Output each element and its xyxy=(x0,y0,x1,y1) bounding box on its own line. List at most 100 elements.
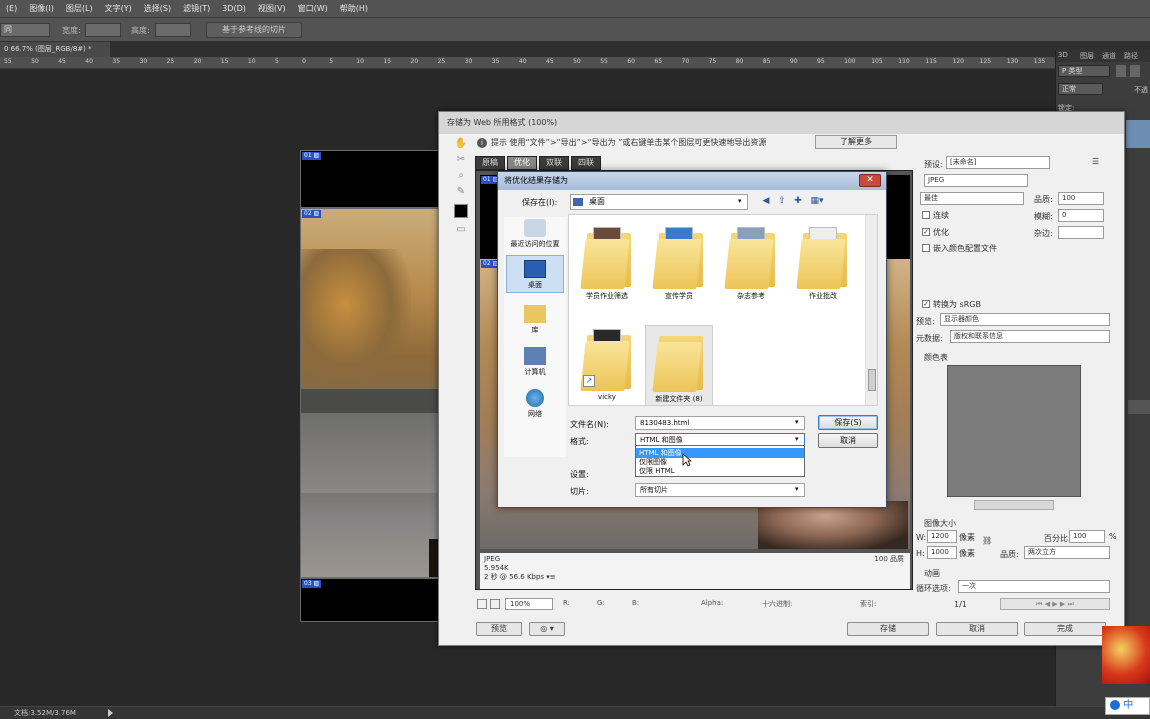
menu-item[interactable]: (E) xyxy=(0,4,23,13)
filter-adjust-icon[interactable] xyxy=(1130,65,1140,77)
panel-tab[interactable]: 路径 xyxy=(1124,51,1138,61)
embed-profile-checkbox[interactable] xyxy=(922,244,930,252)
menu-item[interactable]: 窗口(W) xyxy=(292,3,334,14)
place-desktop[interactable]: 桌面 xyxy=(506,255,564,293)
file-list[interactable]: 学员作业筛选 宣传学员 杂志参考 作业批改 ↗ vicky 新建文件夹 (8) xyxy=(568,214,878,406)
cancel-save-button[interactable]: 取消 xyxy=(818,433,878,448)
tab-optimized[interactable]: 优化 xyxy=(507,156,537,170)
width-input[interactable] xyxy=(85,23,121,37)
preview-mode-select[interactable]: 显示器颜色 xyxy=(940,313,1110,326)
panel-tab[interactable]: 图层 xyxy=(1080,51,1094,61)
up-folder-icon[interactable]: ⇧ xyxy=(776,195,788,207)
filename-input[interactable]: 8130483.html xyxy=(635,416,805,430)
done-button[interactable]: 完成 xyxy=(1024,622,1106,636)
chevron-down-icon[interactable]: ▾ xyxy=(795,485,799,493)
cancel-button[interactable]: 取消 xyxy=(936,622,1018,636)
matte-select[interactable] xyxy=(1058,226,1104,239)
percent-input[interactable]: 100 xyxy=(1069,530,1105,543)
save-button[interactable]: 存储 xyxy=(847,622,929,636)
place-recent[interactable]: 最近访问的位置 xyxy=(506,219,564,249)
layer-kind-filter[interactable]: P 类型 xyxy=(1058,65,1110,77)
zoom-in-icon[interactable] xyxy=(490,599,500,609)
close-icon[interactable]: ✕ xyxy=(859,174,881,187)
progressive-checkbox[interactable] xyxy=(922,211,930,219)
metadata-select[interactable]: 版权和联系信息 xyxy=(950,330,1110,343)
menu-item[interactable]: 选择(S) xyxy=(138,3,177,14)
animation-controls[interactable]: ⏮ ◀ ▶ ▶ ⏭ xyxy=(1000,598,1110,610)
height-input[interactable] xyxy=(155,23,191,37)
menu-item[interactable]: 图像(I) xyxy=(23,3,60,14)
chevron-down-icon[interactable]: ▾ xyxy=(795,418,799,426)
menu-item[interactable]: 帮助(H) xyxy=(334,3,374,14)
zoom-tool-icon[interactable]: ⌕ xyxy=(453,170,469,184)
preset-select[interactable]: [未命名] xyxy=(946,156,1050,169)
browser-preview-button[interactable]: ◎ ▾ xyxy=(529,622,565,636)
blend-mode-select[interactable]: 正常 xyxy=(1058,83,1103,95)
slices-from-guides-button[interactable]: 基于参考线的切片 xyxy=(206,22,302,38)
file-list-scrollbar[interactable] xyxy=(865,215,877,405)
eyedropper-color-swatch[interactable] xyxy=(454,204,468,218)
zoom-out-icon[interactable] xyxy=(477,599,487,609)
save-in-select[interactable]: 桌面 xyxy=(570,194,748,210)
slice-select-tool-icon[interactable]: ✂ xyxy=(453,154,469,168)
color-table-tools[interactable] xyxy=(974,500,1054,510)
eyedropper-tool-icon[interactable]: ✎ xyxy=(453,186,469,200)
preview-button[interactable]: 预览 xyxy=(476,622,522,636)
folder-item[interactable]: 宣传学员 xyxy=(645,225,713,301)
convert-srgb-checkbox[interactable]: ✓ xyxy=(922,300,930,308)
preset-menu-icon[interactable]: ☰ xyxy=(1092,157,1099,166)
resample-select[interactable]: 两次立方 xyxy=(1024,546,1110,559)
folder-item[interactable]: 杂志参考 xyxy=(717,225,785,301)
link-icon[interactable]: ⛓ xyxy=(982,536,992,545)
menu-item[interactable]: 3D(D) xyxy=(216,4,252,13)
new-folder-icon[interactable]: ✚ xyxy=(792,195,804,207)
scrollbar-thumb[interactable] xyxy=(868,369,876,391)
panel-icons[interactable] xyxy=(1128,400,1150,414)
folder-item[interactable]: 作业批改 xyxy=(789,225,857,301)
quality-input[interactable]: 100 xyxy=(1058,192,1104,205)
menu-item[interactable]: 滤镜(T) xyxy=(177,3,216,14)
folder-item-selected[interactable]: 新建文件夹 (8) xyxy=(645,325,713,405)
menu-item[interactable]: 图层(L) xyxy=(60,3,99,14)
chevron-down-icon[interactable]: ▾ xyxy=(795,435,799,443)
panel-tab[interactable]: 3D xyxy=(1058,51,1068,59)
hand-tool-icon[interactable]: ✋ xyxy=(453,138,469,152)
folder-item[interactable]: 学员作业筛选 xyxy=(573,225,641,301)
document-tab[interactable]: 0 66.7% (图层_RGB/8#) * xyxy=(0,42,110,57)
quality-mode-select[interactable]: 最佳 xyxy=(920,192,1024,205)
selected-layer-row[interactable] xyxy=(1126,120,1150,148)
chevron-down-icon[interactable]: ▾ xyxy=(738,197,742,205)
folder-item-shortcut[interactable]: ↗ vicky xyxy=(573,327,641,401)
view-menu-icon[interactable]: ▦▾ xyxy=(808,195,826,207)
image-height-input[interactable]: 1000 xyxy=(927,546,957,559)
menu-item[interactable]: 视图(V) xyxy=(252,3,292,14)
learn-more-button[interactable]: 了解更多 xyxy=(815,135,897,149)
optimize-checkbox[interactable]: ✓ xyxy=(922,228,930,236)
tab-original[interactable]: 原稿 xyxy=(475,156,505,170)
format-select[interactable]: JPEG xyxy=(924,174,1028,187)
color-table[interactable] xyxy=(947,365,1081,497)
format-dropdown-list[interactable]: HTML 和图像 仅限图像 仅限 HTML xyxy=(635,445,805,477)
format-option[interactable]: 仅限 HTML xyxy=(636,466,804,476)
place-library[interactable]: 库 xyxy=(506,305,564,335)
save-file-button[interactable]: 保存(S) xyxy=(818,415,878,430)
slice-02-photo[interactable]: 02 ▨ xyxy=(300,208,440,578)
filter-image-icon[interactable] xyxy=(1116,65,1126,77)
place-network[interactable]: 网络 xyxy=(506,389,564,419)
loop-select[interactable]: 一次 xyxy=(958,580,1110,593)
panel-tab[interactable]: 通道 xyxy=(1102,51,1116,61)
menu-item[interactable]: 文字(Y) xyxy=(99,3,138,14)
style-select[interactable]: 同 xyxy=(0,23,50,37)
toggle-slices-icon[interactable]: ▭ xyxy=(453,224,469,238)
blur-input[interactable]: 0 xyxy=(1058,209,1104,222)
status-arrow-icon[interactable] xyxy=(108,709,113,717)
zoom-level-select[interactable]: 100% xyxy=(505,598,553,610)
tab-4-up[interactable]: 四联 xyxy=(571,156,601,170)
back-icon[interactable]: ◀ xyxy=(760,195,772,207)
slice-03[interactable]: 03 ▨ xyxy=(300,578,440,622)
place-computer[interactable]: 计算机 xyxy=(506,347,564,377)
slice-01[interactable]: 01 ▨ xyxy=(300,150,440,208)
slices-select[interactable]: 所有切片 xyxy=(635,483,805,497)
ime-indicator[interactable]: 中 xyxy=(1105,697,1150,715)
image-width-input[interactable]: 1200 xyxy=(927,530,957,543)
